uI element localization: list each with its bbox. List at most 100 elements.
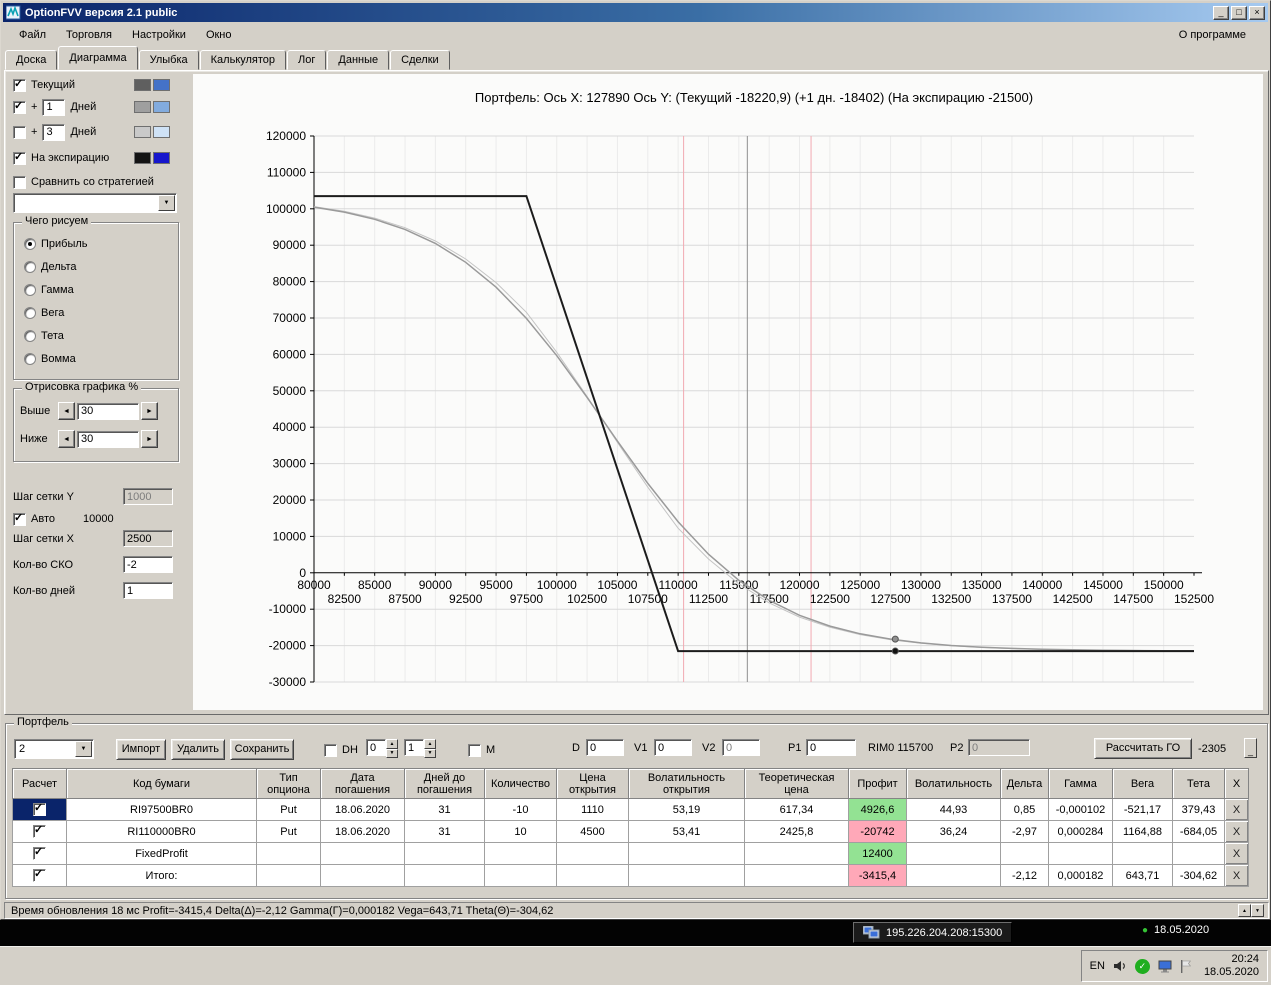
column-header-delete[interactable]: X <box>1224 768 1249 799</box>
calc-go-button[interactable]: Рассчитать ГО <box>1094 738 1192 759</box>
import-button[interactable]: Импорт <box>116 739 166 760</box>
radio-vomma[interactable] <box>24 353 36 365</box>
spin-down-icon[interactable]: ▼ <box>424 748 436 758</box>
radio-profit[interactable] <box>24 238 36 250</box>
column-header-maturity-date[interactable]: Дата погашения <box>320 768 405 799</box>
dh-checkbox[interactable]: ✓ <box>324 743 337 757</box>
color-swatch[interactable] <box>153 126 170 138</box>
column-header-vega[interactable]: Вега <box>1112 768 1173 799</box>
tab-smile[interactable]: Улыбка <box>138 50 199 70</box>
radio-gamma[interactable] <box>24 284 36 296</box>
plus1-checkbox[interactable]: ✓ <box>13 100 26 114</box>
color-swatch[interactable] <box>134 101 151 113</box>
portfolio-chart[interactable]: -30000-20000-100000100002000030000400005… <box>193 74 1261 708</box>
row-delete-button[interactable]: X <box>1224 842 1249 865</box>
column-header-delta[interactable]: Дельта <box>1000 768 1049 799</box>
row-calc-checkbox[interactable]: ✓ <box>33 846 46 860</box>
chevron-down-icon[interactable]: ▼ <box>75 741 92 757</box>
decrease-below-button[interactable]: ◄ <box>58 430 75 448</box>
plus3-checkbox[interactable]: ✓ <box>13 125 26 139</box>
row-calc-checkbox[interactable]: ✓ <box>33 868 46 882</box>
connection-item[interactable]: 195.226.204.208:15300 <box>853 922 1013 943</box>
tab-trades[interactable]: Сделки <box>390 50 450 70</box>
column-header-security-code[interactable]: Код бумаги <box>66 768 257 799</box>
days-count-input[interactable] <box>123 582 173 599</box>
collapse-panel-button[interactable]: _ <box>1244 738 1257 758</box>
v2-input[interactable] <box>722 739 760 756</box>
radio-delta[interactable] <box>24 261 36 273</box>
close-button[interactable]: × <box>1249 5 1265 20</box>
spin-up-icon[interactable]: ▲ <box>424 739 436 749</box>
menu-window[interactable]: Окно <box>196 26 242 44</box>
row-calc-checkbox[interactable]: ✓ <box>33 802 46 816</box>
color-swatch[interactable] <box>153 79 170 91</box>
column-header-quantity[interactable]: Количество <box>484 768 557 799</box>
plus3-days-input[interactable] <box>42 123 66 141</box>
display-icon[interactable] <box>1158 960 1172 973</box>
auto-grid-checkbox[interactable]: ✓ <box>13 512 26 526</box>
tab-calculator[interactable]: Калькулятор <box>199 50 287 70</box>
spin-up-icon[interactable]: ▲ <box>386 739 398 749</box>
save-button[interactable]: Сохранить <box>230 739 294 760</box>
calc-cell[interactable]: ✓ <box>12 864 67 887</box>
calc-cell[interactable]: ✓ <box>12 798 67 821</box>
increase-above-button[interactable]: ► <box>141 402 158 420</box>
above-percent-input[interactable] <box>77 402 139 420</box>
menu-trading[interactable]: Торговля <box>56 26 122 44</box>
color-swatch[interactable] <box>153 101 170 113</box>
grid-step-x-input[interactable] <box>123 530 173 547</box>
menu-about[interactable]: О программе <box>1169 26 1262 44</box>
column-header-open-volatility[interactable]: Волатильность открытия <box>628 768 745 799</box>
compare-strategy-checkbox[interactable]: ✓ <box>13 175 26 189</box>
radio-theta[interactable] <box>24 330 36 342</box>
below-percent-input[interactable] <box>77 430 139 448</box>
tab-board[interactable]: Доска <box>5 50 58 70</box>
color-swatch[interactable] <box>134 126 151 138</box>
cko-count-input[interactable] <box>123 556 173 573</box>
v1-input[interactable] <box>654 739 692 756</box>
row-delete-button[interactable]: X <box>1224 864 1249 887</box>
strategy-combobox[interactable]: ▼ <box>13 193 177 213</box>
color-swatch[interactable] <box>134 79 151 91</box>
column-header-volatility[interactable]: Волатильность <box>906 768 1001 799</box>
row-delete-button[interactable]: X <box>1224 820 1249 843</box>
status-check-icon[interactable]: ✓ <box>1134 958 1150 974</box>
scroll-down-icon[interactable]: ▼ <box>1251 904 1264 917</box>
expiration-checkbox[interactable]: ✓ <box>13 151 26 165</box>
language-indicator[interactable]: EN <box>1090 960 1105 972</box>
grid-step-y-input[interactable] <box>123 488 173 505</box>
column-header-gamma[interactable]: Гамма <box>1048 768 1113 799</box>
column-header-days-to-maturity[interactable]: Дней до погашения <box>404 768 485 799</box>
minimize-button[interactable]: _ <box>1213 5 1229 20</box>
spin-down-icon[interactable]: ▼ <box>386 748 398 758</box>
column-header-theta[interactable]: Тета <box>1172 768 1225 799</box>
scroll-up-icon[interactable]: ▲ <box>1238 904 1251 917</box>
row-delete-button[interactable]: X <box>1224 798 1249 821</box>
color-swatch[interactable] <box>153 152 170 164</box>
chevron-down-icon[interactable]: ▼ <box>158 195 175 211</box>
tab-diagram[interactable]: Диаграмма <box>58 46 138 70</box>
column-header-profit[interactable]: Профит <box>848 768 907 799</box>
m-checkbox[interactable]: ✓ <box>468 743 481 757</box>
column-header-option-type[interactable]: Тип опциона <box>256 768 321 799</box>
portfolio-selector[interactable]: 2 ▼ <box>14 739 94 759</box>
current-checkbox[interactable]: ✓ <box>13 78 26 92</box>
plus1-days-input[interactable] <box>42 98 66 116</box>
color-swatch[interactable] <box>134 152 151 164</box>
column-header-open-price[interactable]: Цена открытия <box>556 768 629 799</box>
row-calc-checkbox[interactable]: ✓ <box>33 824 46 838</box>
volume-icon[interactable] <box>1113 959 1127 973</box>
calc-cell[interactable]: ✓ <box>12 820 67 843</box>
menu-settings[interactable]: Настройки <box>122 26 196 44</box>
column-header-calc[interactable]: Расчет <box>12 768 67 799</box>
maximize-button[interactable]: □ <box>1231 5 1247 20</box>
clock[interactable]: 20:24 18.05.2020 <box>1204 953 1259 979</box>
p2-input[interactable] <box>968 739 1030 756</box>
increase-below-button[interactable]: ► <box>141 430 158 448</box>
d-input[interactable] <box>586 739 624 756</box>
menu-file[interactable]: Файл <box>9 26 56 44</box>
tab-data[interactable]: Данные <box>327 50 390 70</box>
flag-icon[interactable] <box>1180 959 1192 973</box>
dh-spin2-input[interactable] <box>404 739 424 756</box>
p1-input[interactable] <box>806 739 856 756</box>
